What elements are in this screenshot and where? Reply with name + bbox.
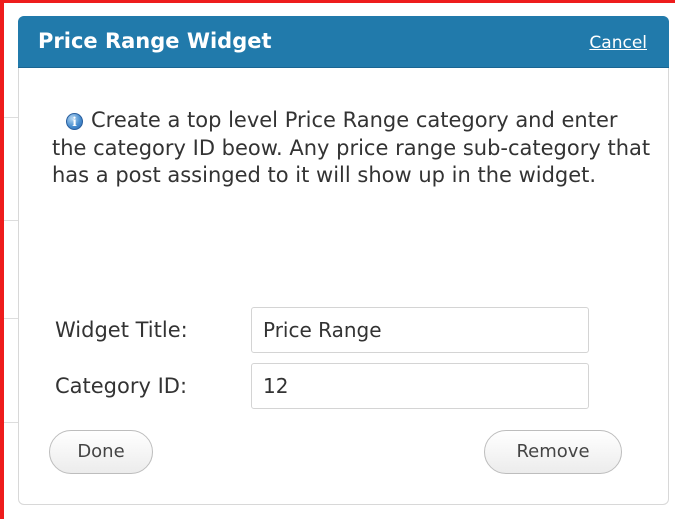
screenshot-frame-top <box>0 0 675 3</box>
done-button[interactable]: Done <box>49 430 153 474</box>
widget-title-label: Widget Title: <box>55 318 188 342</box>
widget-title: Price Range Widget <box>38 29 272 53</box>
cancel-link[interactable]: Cancel <box>589 33 647 53</box>
background-divider <box>4 422 18 423</box>
remove-button[interactable]: Remove <box>484 430 622 474</box>
category-id-label: Category ID: <box>55 374 188 398</box>
background-divider <box>4 117 18 118</box>
widget-info-message: i Create a top level Price Range category… <box>52 107 652 190</box>
info-text: Create a top level Price Range category … <box>52 108 651 187</box>
screenshot-frame-left <box>0 0 4 519</box>
widget-header: Price Range Widget Cancel <box>18 16 669 68</box>
widget-title-input[interactable] <box>251 307 589 353</box>
info-icon: i <box>66 113 83 130</box>
background-divider <box>4 318 18 319</box>
background-divider <box>4 220 18 221</box>
category-id-input[interactable] <box>251 363 589 409</box>
